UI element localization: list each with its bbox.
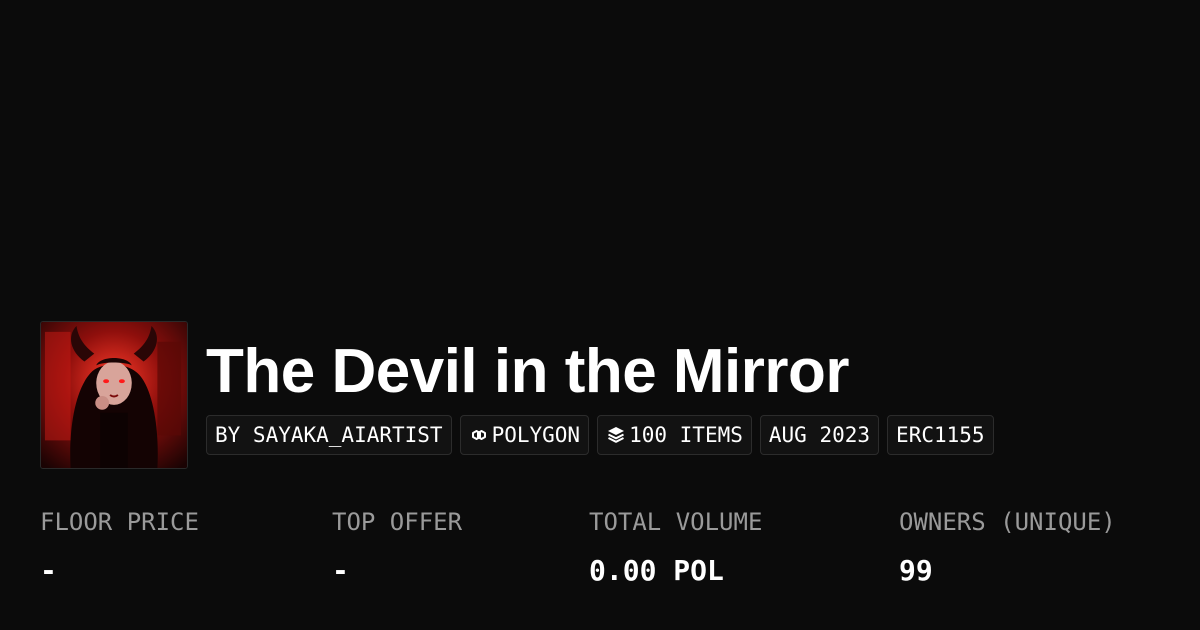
standard-tag: ERC1155 — [887, 415, 994, 455]
stat-value: 0.00 POL — [589, 554, 724, 587]
date-tag-label: AUG 2023 — [768, 423, 871, 447]
stat-owners: OWNERS (UNIQUE) 99 — [899, 505, 1116, 588]
stat-total-volume: TOTAL VOLUME 0.00 POL — [589, 505, 762, 588]
chain-tag[interactable]: POLYGON — [459, 415, 590, 455]
stat-label: OWNERS (UNIQUE) — [899, 508, 1116, 536]
collection-title: The Devil in the Mirror — [206, 337, 850, 406]
stat-label: FLOOR PRICE — [40, 508, 199, 536]
layers-icon — [608, 427, 625, 443]
polygon-icon — [471, 430, 486, 440]
standard-tag-label: ERC1155 — [896, 423, 985, 447]
stat-floor-price: FLOOR PRICE - — [40, 505, 199, 588]
stat-value: 99 — [899, 554, 933, 587]
items-tag-label: 100 ITEMS — [629, 423, 743, 447]
creator-tag-label: BY SAYAKA_AIARTIST — [215, 423, 443, 447]
date-tag: AUG 2023 — [759, 415, 880, 455]
items-tag[interactable]: 100 ITEMS — [597, 415, 752, 455]
stat-top-offer: TOP OFFER - — [332, 505, 462, 588]
collection-tags: BY SAYAKA_AIARTIST POLYGON 100 ITEMS AUG… — [206, 415, 994, 455]
stat-value: - — [40, 554, 57, 587]
collection-avatar — [40, 321, 188, 469]
stat-label: TOTAL VOLUME — [589, 508, 763, 536]
creator-tag[interactable]: BY SAYAKA_AIARTIST — [206, 415, 452, 455]
stat-value: - — [332, 554, 349, 587]
chain-tag-label: POLYGON — [491, 423, 581, 447]
stat-label: TOP OFFER — [332, 508, 463, 536]
